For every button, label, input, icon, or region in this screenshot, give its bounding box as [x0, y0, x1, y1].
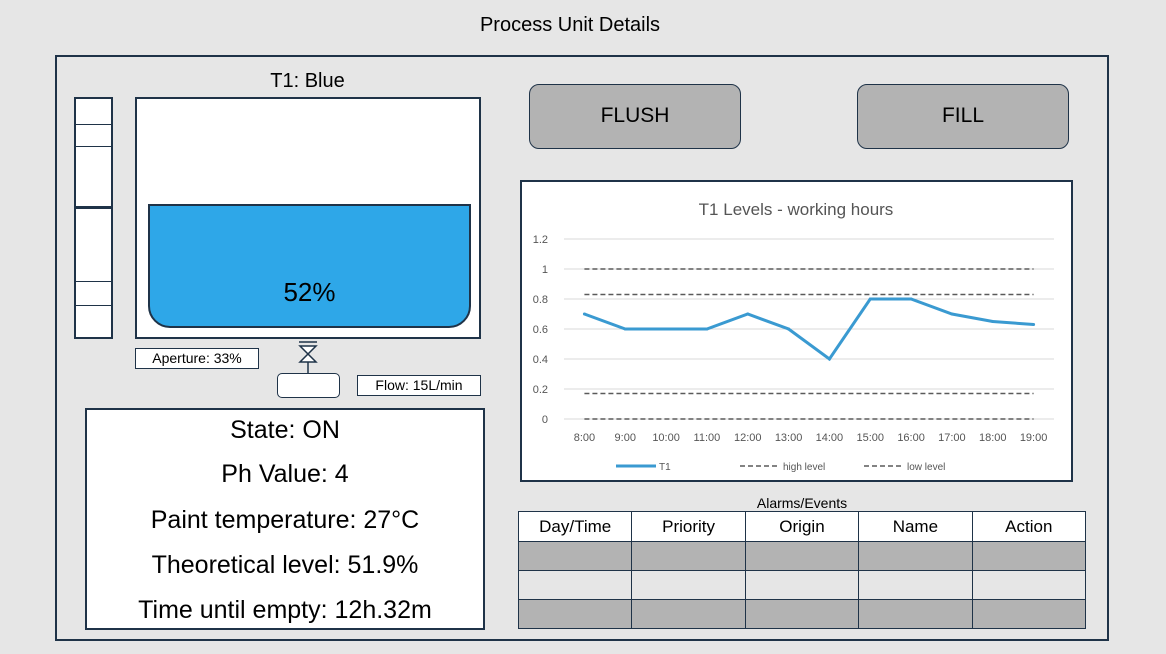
chart-point	[950, 312, 954, 316]
table-row[interactable]	[517, 541, 1087, 571]
chart-legend-label: low level	[907, 462, 945, 473]
tank-vessel: 52%	[135, 97, 481, 339]
chart-point	[991, 320, 995, 323]
pump-icon[interactable]	[277, 373, 340, 398]
table-cell	[971, 570, 1087, 600]
chart-x-tick-label: 15:00	[856, 432, 884, 444]
table-cell	[971, 599, 1087, 629]
chart-x-tick-label: 14:00	[816, 432, 844, 444]
levels-chart: T1 Levels - working hours 0 0.2 0.4 0.6 0.8 1 1…	[520, 180, 1073, 482]
chart-point	[705, 327, 709, 331]
column-header-day-time[interactable]: Day/Time	[517, 511, 633, 542]
chart-legend-label: high level	[783, 462, 825, 473]
flow-label: Flow: 15L/min	[357, 375, 481, 396]
column-header-name[interactable]: Name	[858, 511, 973, 542]
tank-fill-percentage: 52%	[283, 277, 336, 307]
chart-y-tick-label: 1	[542, 264, 548, 276]
chart-x-tick-label: 9:00	[615, 432, 636, 444]
tank-title: T1: Blue	[270, 70, 345, 92]
chart-point	[746, 312, 750, 316]
chart-title: T1 Levels - working hours	[699, 200, 894, 219]
levels-chart-svg: T1 Levels - working hours00.20.40.60.811…	[533, 200, 1054, 473]
gauge-tick	[76, 305, 111, 306]
table-row[interactable]	[517, 599, 1087, 629]
column-header-action[interactable]: Action	[971, 511, 1087, 542]
table-cell	[517, 599, 633, 629]
table-cell	[631, 541, 746, 571]
table-cell	[858, 541, 973, 571]
tank-liquid: 52%	[148, 204, 471, 328]
chart-x-tick-label: 16:00	[897, 432, 925, 444]
table-cell	[517, 570, 633, 600]
table-row[interactable]	[517, 570, 1087, 600]
chart-x-tick-label: 17:00	[938, 432, 966, 444]
alarms-caption: Alarms/Events	[756, 495, 848, 511]
chart-legend-label: T1	[659, 462, 671, 473]
table-cell	[631, 570, 746, 600]
table-cell	[744, 599, 860, 629]
theoretical-level-text: Theoretical level: 51.9%	[151, 551, 419, 579]
gauge-tick	[76, 281, 111, 282]
column-header-origin[interactable]: Origin	[744, 511, 860, 542]
table-cell	[631, 599, 746, 629]
table-cell	[858, 570, 973, 600]
chart-y-tick-label: 0.6	[533, 324, 548, 336]
fill-button[interactable]: FILL	[857, 84, 1069, 149]
chart-y-tick-label: 0	[542, 414, 548, 426]
chart-point	[909, 297, 913, 301]
chart-point	[787, 327, 791, 331]
chart-x-tick-label: 10:00	[652, 432, 680, 444]
chart-point	[664, 327, 668, 331]
alarms-header-row: Day/Time Priority Origin Name Action	[517, 511, 1087, 542]
chart-y-tick-label: 1.2	[533, 234, 548, 246]
page-title: Process Unit Details	[479, 14, 661, 36]
aperture-label: Aperture: 33%	[135, 348, 259, 369]
table-cell	[858, 599, 973, 629]
flush-button[interactable]: FLUSH	[529, 84, 741, 149]
chart-point	[1032, 323, 1036, 326]
chart-point	[868, 297, 872, 301]
chart-x-tick-label: 19:00	[1020, 432, 1048, 444]
level-gauge	[74, 97, 113, 339]
valve-icon[interactable]	[296, 340, 320, 374]
column-header-priority[interactable]: Priority	[631, 511, 746, 542]
chart-x-tick-label: 8:00	[574, 432, 595, 444]
chart-x-tick-label: 12:00	[734, 432, 762, 444]
table-cell	[744, 570, 860, 600]
time-until-empty-text: Time until empty: 12h.32m	[138, 596, 432, 624]
chart-y-tick-label: 0.4	[533, 354, 548, 366]
chart-y-tick-label: 0.2	[533, 384, 548, 396]
table-cell	[517, 541, 633, 571]
chart-point	[582, 312, 586, 316]
chart-point	[623, 327, 627, 331]
state-text: State: ON	[230, 416, 340, 444]
table-cell	[971, 541, 1087, 571]
gauge-level-marker	[76, 206, 111, 209]
chart-point	[827, 357, 831, 361]
gauge-tick	[76, 124, 111, 125]
chart-x-tick-label: 11:00	[694, 432, 721, 444]
alarms-table: Day/Time Priority Origin Name Action	[517, 511, 1087, 629]
gauge-tick	[76, 146, 111, 147]
table-cell	[744, 541, 860, 571]
chart-y-tick-label: 0.8	[533, 294, 548, 306]
ph-value-text: Ph Value: 4	[221, 460, 349, 488]
status-info-box: State: ON Ph Value: 4 Paint temperature:…	[85, 408, 485, 630]
chart-x-tick-label: 18:00	[979, 432, 1007, 444]
chart-x-tick-label: 13:00	[775, 432, 803, 444]
paint-temperature-text: Paint temperature: 27°C	[150, 506, 420, 534]
